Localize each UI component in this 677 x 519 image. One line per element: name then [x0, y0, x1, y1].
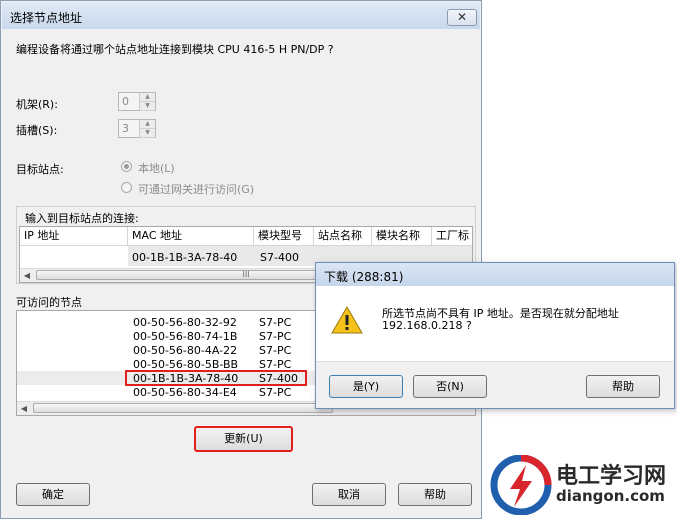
slot-label: 插槽(S): [16, 124, 58, 137]
radio-local-label: 本地(L) [138, 162, 175, 175]
update-button[interactable]: 更新(U) [194, 426, 293, 452]
warning-icon [331, 305, 363, 335]
no-button[interactable]: 否(N) [413, 375, 487, 398]
node-type: S7-PC [259, 316, 292, 329]
logo-text-cn: 电工学习网 [556, 464, 667, 489]
popup-title: 下载 (288:81) [324, 270, 404, 284]
col-mac[interactable]: MAC 地址 [128, 227, 254, 246]
cancel-button[interactable]: 取消 [312, 483, 386, 506]
help-button[interactable]: 帮助 [398, 483, 472, 506]
col-ip[interactable]: IP 地址 [20, 227, 128, 246]
node-type: S7-PC [259, 386, 292, 399]
yes-button[interactable]: 是(Y) [329, 375, 403, 398]
slot-spinner[interactable]: 3 ▲ ▼ [118, 119, 156, 138]
node-mac[interactable]: 00-1B-1B-3A-78-40 [133, 372, 238, 385]
node-type: S7-400 [259, 372, 298, 385]
dialog-titlebar: 选择节点地址 ✕ [2, 2, 480, 29]
spin-down-icon[interactable]: ▼ [140, 129, 155, 138]
scroll-thumb[interactable] [33, 403, 333, 413]
col-plant[interactable]: 工厂标 [432, 227, 472, 246]
close-icon: ✕ [456, 10, 468, 24]
rack-label: 机架(R): [16, 98, 58, 111]
popup-message-line2: 192.168.0.218 ? [382, 319, 472, 332]
spin-down-icon[interactable]: ▼ [140, 102, 155, 111]
node-mac[interactable]: 00-50-56-80-74-1B [133, 330, 237, 343]
input-group-label: 输入到目标站点的连接: [25, 212, 139, 225]
radio-local[interactable] [121, 161, 132, 172]
popup-footer: 是(Y) 否(N) 帮助 [316, 361, 674, 408]
popup-titlebar: 下载 (288:81) [316, 263, 674, 286]
node-type: S7-PC [259, 330, 292, 343]
rack-spinner[interactable]: 0 ▲ ▼ [118, 92, 156, 111]
node-type: S7-PC [259, 344, 292, 357]
scroll-left-icon[interactable]: ◀ [17, 402, 31, 415]
input-type-cell: S7-400 [260, 251, 299, 264]
dialog-title: 选择节点地址 [10, 11, 83, 25]
rack-value: 0 [122, 95, 129, 108]
radio-gateway-label: 可通过网关进行访问(G) [138, 183, 255, 196]
diangon-logo-icon [490, 454, 552, 516]
node-mac[interactable]: 00-50-56-80-34-E4 [133, 386, 237, 399]
accessible-nodes-label: 可访问的节点 [16, 296, 82, 309]
slot-value: 3 [122, 122, 129, 135]
ok-button[interactable]: 确定 [16, 483, 90, 506]
target-station-label: 目标站点: [16, 163, 64, 176]
dialog-question: 编程设备将通过哪个站点地址连接到模块 CPU 416-5 H PN/DP ? [16, 43, 334, 56]
node-mac[interactable]: 00-50-56-80-32-92 [133, 316, 237, 329]
popup-help-button[interactable]: 帮助 [586, 375, 660, 398]
select-node-address-dialog: 选择节点地址 ✕ 编程设备将通过哪个站点地址连接到模块 CPU 416-5 H … [0, 0, 482, 519]
spin-up-icon[interactable]: ▲ [140, 93, 155, 102]
scroll-left-icon[interactable]: ◀ [20, 269, 34, 282]
col-station[interactable]: 站点名称 [314, 227, 372, 246]
col-module[interactable]: 模块名称 [372, 227, 432, 246]
radio-gateway[interactable] [121, 182, 132, 193]
close-button[interactable]: ✕ [447, 9, 477, 26]
node-mac[interactable]: 00-50-56-80-4A-22 [133, 344, 237, 357]
download-message-box: 下载 (288:81) 所选节点尚不具有 IP 地址。是否现在就分配地址 192… [315, 262, 675, 409]
spin-up-icon[interactable]: ▲ [140, 120, 155, 129]
col-type[interactable]: 模块型号 [254, 227, 314, 246]
logo-text-en: diangon.com [556, 487, 665, 505]
input-mac-cell[interactable]: 00-1B-1B-3A-78-40 [132, 251, 237, 264]
